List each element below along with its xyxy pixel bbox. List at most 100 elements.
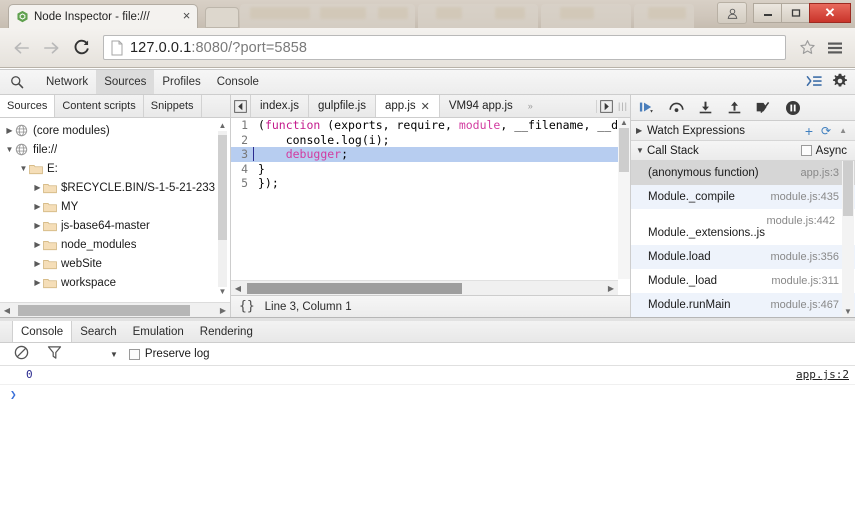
address-bar[interactable]: 127.0.0.1:8080/?port=5858 (103, 35, 786, 60)
grip-icon[interactable]: ||| (616, 101, 630, 111)
reload-button[interactable] (68, 35, 94, 61)
twisty-icon[interactable]: ▶ (32, 178, 43, 197)
editor-tab-vm94-app-js[interactable]: VM94 app.js (440, 95, 522, 117)
star-icon[interactable] (795, 36, 819, 60)
code-line[interactable]: 4 } (231, 162, 618, 177)
console-output[interactable]: 0 app.js:2 ❯ (0, 366, 855, 517)
scroll-left-icon[interactable]: ◀ (231, 284, 245, 293)
console-prompt[interactable]: ❯ (0, 385, 855, 403)
window-close-button[interactable]: ✕ (809, 3, 851, 23)
code-line[interactable]: 1 (function (exports, require, module, _… (231, 118, 618, 133)
call-stack-frame[interactable]: Module._compile module.js:435 (631, 185, 855, 209)
watch-expressions-header[interactable]: ▶ Watch Expressions + ⟳ ▲ (631, 121, 855, 141)
callstack-scrollbar[interactable]: ▼ (842, 161, 854, 317)
async-checkbox[interactable] (801, 145, 812, 156)
scroll-up-icon[interactable]: ▲ (620, 118, 628, 128)
twisty-icon[interactable]: ▼ (4, 140, 15, 159)
pretty-print-icon[interactable]: {} (239, 299, 255, 314)
preserve-log-checkbox[interactable] (129, 349, 140, 360)
clear-console-icon[interactable] (14, 345, 29, 363)
next-tab-icon[interactable] (596, 100, 616, 113)
chevron-down-icon[interactable]: ▼ (110, 350, 118, 359)
scroll-track[interactable] (218, 131, 227, 287)
tree-item-js-base64-master[interactable]: ▶ js-base64-master (0, 216, 230, 235)
scroll-up-icon[interactable]: ▲ (219, 121, 227, 131)
scroll-thumb-h[interactable] (18, 305, 190, 316)
user-icon[interactable] (717, 2, 747, 24)
call-stack-frame[interactable]: module.js:442 Module._extensions..js (631, 209, 855, 245)
editor-tab-index-js[interactable]: index.js (251, 95, 309, 117)
tab-profiles[interactable]: Profiles (154, 70, 208, 94)
twisty-icon[interactable]: ▶ (32, 235, 43, 254)
step-into-button[interactable] (697, 99, 714, 116)
navigator-tab-sources[interactable]: Sources (0, 95, 55, 117)
scroll-track-h[interactable] (245, 283, 604, 294)
twisty-icon[interactable]: ▶ (32, 254, 43, 273)
back-button[interactable] (8, 35, 34, 61)
scroll-thumb[interactable] (843, 161, 853, 216)
tab-console[interactable]: Console (209, 70, 267, 94)
tree-item-drive-e[interactable]: ▼ E: (0, 159, 230, 178)
editor-tab-gulpfile-js[interactable]: gulpfile.js (309, 95, 376, 117)
editor-tab-app-js[interactable]: app.js ✕ (376, 95, 440, 117)
code-vertical-scrollbar[interactable]: ▲ (618, 118, 630, 279)
call-stack-frame[interactable]: Module._load module.js:311 (631, 269, 855, 293)
search-icon[interactable] (6, 75, 28, 89)
twisty-icon[interactable]: ▶ (32, 197, 43, 216)
tree-item-file-protocol[interactable]: ▼ file:// (0, 140, 230, 159)
tree-item-website[interactable]: ▶ webSite (0, 254, 230, 273)
tab-network[interactable]: Network (38, 70, 96, 94)
code-view[interactable]: 1 (function (exports, require, module, _… (231, 118, 630, 295)
twisty-icon[interactable]: ▼ (18, 159, 29, 178)
preserve-log-group[interactable]: ▼ Preserve log (110, 348, 209, 360)
call-stack-frame[interactable]: Module.load module.js:356 (631, 245, 855, 269)
twisty-icon[interactable]: ▶ (4, 121, 15, 140)
browser-tab-active[interactable]: Node Inspector - file:/// × (8, 4, 198, 28)
forward-button[interactable] (38, 35, 64, 61)
drawer-tab-rendering[interactable]: Rendering (192, 321, 261, 342)
tab-sources[interactable]: Sources (96, 70, 154, 94)
deactivate-breakpoints-button[interactable] (755, 99, 772, 116)
twisty-icon[interactable]: ▶ (636, 126, 647, 135)
scroll-down-icon[interactable]: ▼ (844, 307, 852, 317)
minimize-button[interactable] (753, 3, 781, 23)
drawer-tab-emulation[interactable]: Emulation (125, 321, 192, 342)
tree-item-my[interactable]: ▶ MY (0, 197, 230, 216)
twisty-icon[interactable]: ▶ (32, 273, 43, 292)
step-over-button[interactable] (668, 99, 685, 116)
gear-icon[interactable] (832, 73, 848, 92)
scroll-track[interactable] (843, 161, 853, 307)
tree-vertical-scrollbar[interactable]: ▲ ▼ (217, 121, 228, 297)
scroll-up-icon[interactable]: ▲ (839, 126, 847, 135)
tree-item-core-modules[interactable]: ▶ (core modules) (0, 121, 230, 140)
call-stack-frame[interactable]: Module.runMain module.js:467 (631, 293, 855, 317)
console-source-link[interactable]: app.js:2 (796, 368, 849, 381)
async-toggle[interactable]: Async (801, 145, 851, 157)
toggle-drawer-icon[interactable] (806, 74, 823, 91)
scroll-right-icon[interactable]: ▶ (604, 284, 618, 293)
drawer-tab-search[interactable]: Search (72, 321, 124, 342)
tree-item-node-modules[interactable]: ▶ node_modules (0, 235, 230, 254)
prev-tab-icon[interactable] (231, 95, 251, 117)
call-stack-frame[interactable]: (anonymous function) app.js:3 (631, 161, 855, 185)
tree-item-workspace[interactable]: ▶ workspace (0, 273, 230, 292)
editor-tabs-overflow-icon[interactable]: » (522, 95, 539, 117)
scroll-track-h[interactable] (14, 305, 216, 316)
navigator-tab-content-scripts[interactable]: Content scripts (55, 95, 143, 117)
close-icon[interactable]: × (180, 10, 193, 23)
filter-icon[interactable] (47, 345, 62, 363)
drawer-tab-console[interactable]: Console (12, 321, 72, 342)
navigator-tab-snippets[interactable]: Snippets (144, 95, 202, 117)
pause-on-exceptions-button[interactable] (784, 99, 801, 116)
scroll-track[interactable] (619, 128, 629, 279)
hamburger-menu-icon[interactable] (823, 35, 847, 61)
call-stack-header[interactable]: ▼ Call Stack Async (631, 141, 855, 161)
close-icon[interactable]: ✕ (421, 100, 430, 113)
code-horizontal-scrollbar[interactable]: ◀ ▶ (231, 280, 618, 295)
add-watch-expression-button[interactable]: + (805, 125, 813, 137)
scroll-thumb[interactable] (619, 128, 629, 172)
refresh-watch-button[interactable]: ⟳ (821, 124, 831, 138)
tree-horizontal-scrollbar[interactable]: ◀ ▶ (0, 302, 230, 317)
scroll-thumb[interactable] (218, 135, 227, 240)
tree-item-recycle-bin[interactable]: ▶ $RECYCLE.BIN/S-1-5-21-233 (0, 178, 230, 197)
